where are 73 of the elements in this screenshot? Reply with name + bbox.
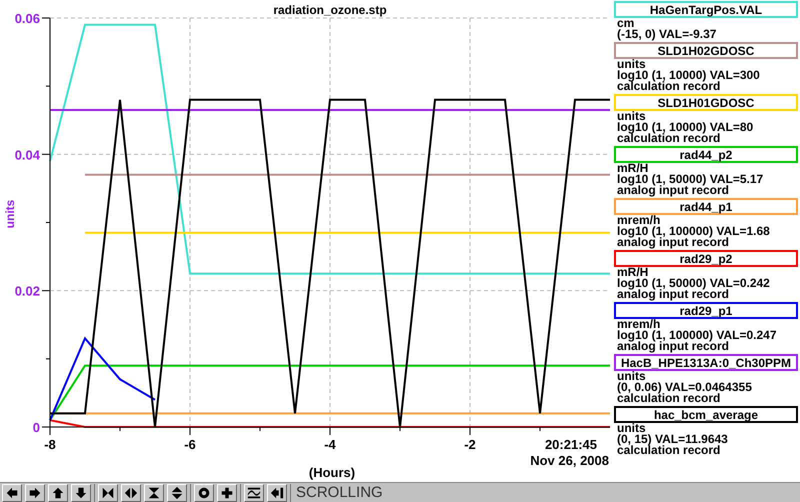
legend-detail: analog input record — [616, 341, 730, 352]
x-tick-label: -4 — [324, 437, 336, 452]
y-axis-label: units — [3, 200, 17, 228]
legend-title[interactable]: rad29_p2 — [614, 250, 798, 267]
x-tick-label: -2 — [464, 437, 476, 452]
legend-title[interactable]: rad44_p2 — [614, 146, 798, 163]
legend-title[interactable]: rad29_p1 — [614, 302, 798, 319]
toolbar-button[interactable] — [71, 484, 91, 502]
legend-detail: cm — [616, 18, 634, 29]
y-tick-label: 0.06 — [14, 11, 40, 26]
chart-title: radiation_ozone.stp — [273, 3, 387, 17]
vertical-diamond-icon — [170, 486, 184, 500]
left-arrow-icon — [5, 486, 19, 500]
legend-title[interactable]: SLD1H02GDOSC — [614, 42, 798, 59]
mode-label: SCROLLING — [296, 485, 383, 500]
horizontal-diamond-icon — [124, 486, 138, 500]
wave-icon — [247, 486, 261, 500]
legend-detail: units — [616, 59, 646, 70]
y-tick-label: 0 — [32, 420, 40, 435]
legend-title[interactable]: HaGenTargPos.VAL — [614, 1, 798, 18]
y-tick-label: 0.04 — [14, 147, 40, 162]
toolbar-button[interactable] — [217, 484, 237, 502]
ring-icon — [197, 486, 211, 500]
down-arrow-icon — [74, 486, 88, 500]
legend-detail: units — [616, 423, 646, 434]
toolbar-button[interactable] — [2, 484, 22, 502]
back-to-edge-icon — [270, 486, 284, 500]
legend-detail: (-15, 0) VAL=-9.37 — [616, 29, 718, 40]
vertical-bowtie-icon — [147, 486, 161, 500]
up-arrow-icon — [51, 486, 65, 500]
legend-detail: analog input record — [616, 185, 730, 196]
legend-detail: log10 (1, 50000) VAL=0.242 — [616, 278, 771, 289]
legend-detail: log10 (1, 100000) VAL=0.247 — [616, 330, 778, 341]
legend-detail: calculation record — [616, 445, 720, 456]
toolbar-button[interactable] — [267, 484, 287, 502]
legend-title[interactable]: hac_bcm_average — [614, 406, 798, 423]
x-axis-label: (Hours) — [308, 465, 356, 480]
legend-detail: log10 (1, 10000) VAL=80 — [616, 122, 754, 133]
toolbar-button[interactable] — [121, 484, 141, 502]
legend-detail: analog input record — [616, 237, 730, 248]
legend-detail: (0, 0.06) VAL=0.0464355 — [616, 382, 753, 393]
toolbar-button[interactable] — [244, 484, 264, 502]
legend-title[interactable]: rad44_p1 — [614, 198, 798, 215]
x-tick-label: -6 — [184, 437, 196, 452]
legend-detail: mrem/h — [616, 319, 660, 330]
toolbar-button[interactable] — [167, 484, 187, 502]
legend-title[interactable]: HacB_HPE1313A:0_Ch30PPM — [614, 354, 798, 371]
toolbar-button[interactable] — [144, 484, 164, 502]
y-tick-label: 0.02 — [14, 284, 40, 299]
legend-detail: calculation record — [616, 133, 720, 144]
legend-detail: (0, 15) VAL=11.9643 — [616, 434, 729, 445]
toolbar-button[interactable] — [194, 484, 214, 502]
legend-detail: analog input record — [616, 289, 730, 300]
legend-detail: calculation record — [616, 393, 720, 404]
legend-detail: units — [616, 111, 646, 122]
toolbar-button[interactable] — [25, 484, 45, 502]
legend-detail: mR/H — [616, 163, 650, 174]
legend-title[interactable]: SLD1H01GDOSC — [614, 94, 798, 111]
legend-detail: mR/H — [616, 267, 650, 278]
toolbar-button[interactable] — [48, 484, 68, 502]
legend-detail: log10 (1, 50000) VAL=5.17 — [616, 174, 764, 185]
toolbar-button[interactable] — [98, 484, 118, 502]
time-label: 20:21:45 — [544, 437, 597, 452]
x-tick-label: -8 — [44, 437, 56, 452]
horizontal-bowtie-icon — [101, 486, 115, 500]
legend-detail: units — [616, 371, 646, 382]
right-arrow-icon — [28, 486, 42, 500]
date-label: Nov 26, 2008 — [530, 453, 609, 468]
legend-detail: mrem/h — [616, 215, 660, 226]
legend-detail: log10 (1, 10000) VAL=300 — [616, 70, 761, 81]
legend-detail: log10 (1, 100000) VAL=1.68 — [616, 226, 771, 237]
plus-icon — [220, 486, 234, 500]
legend-detail: calculation record — [616, 81, 720, 92]
